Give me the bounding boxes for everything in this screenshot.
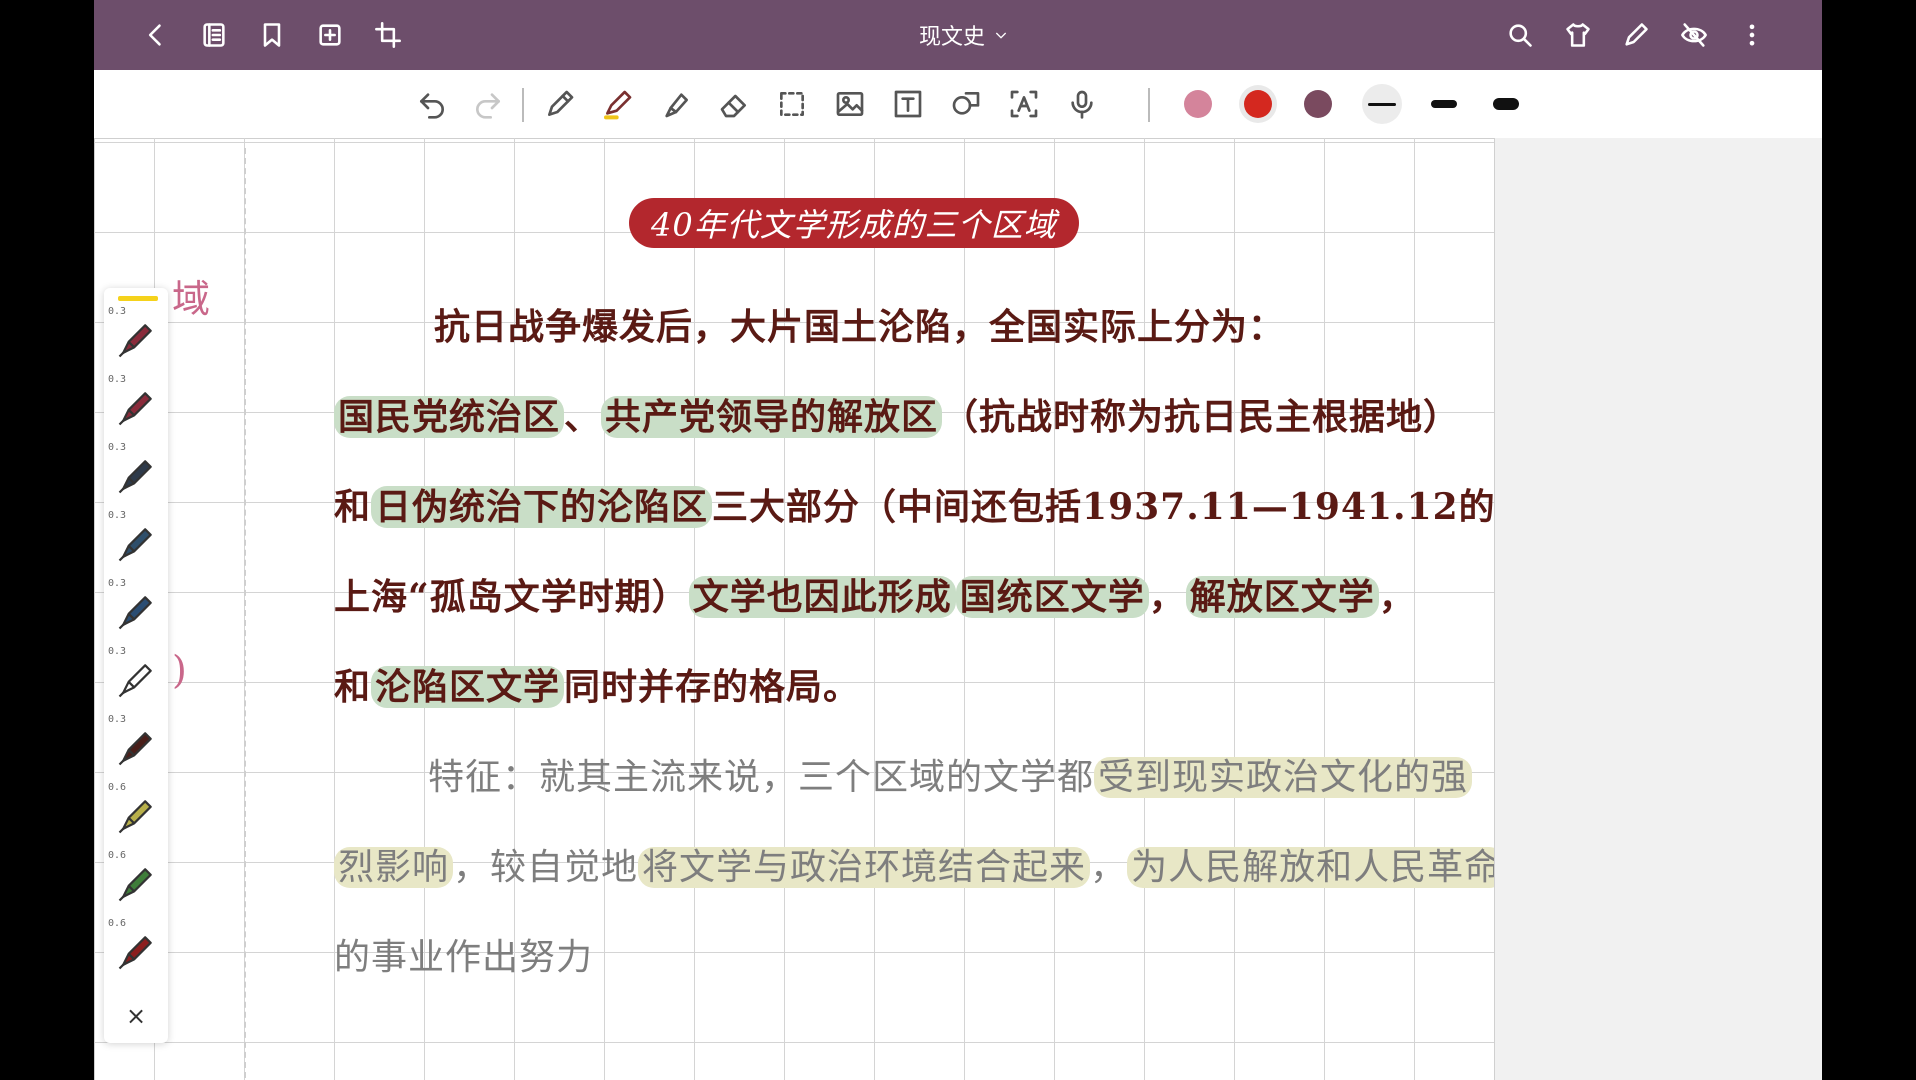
pen-size-label: 0.6 (108, 782, 127, 793)
note-canvas[interactable]: 域 ) 40年代文学形成的三个区域 抗日战争爆发后，大片国土沦陷，全国实际上分为… (94, 138, 1494, 1080)
pen-icon (118, 460, 152, 494)
add-page-icon[interactable] (310, 15, 350, 55)
document-title: 现文史 (918, 25, 985, 50)
note-line: 上海“孤岛文学时期） 文学也因此形成 国统区文学，解放区文学， (334, 576, 1416, 618)
pencil-icon[interactable] (540, 84, 580, 124)
color-swatch-mauve[interactable] (1304, 90, 1332, 118)
toolbar-divider (1148, 88, 1150, 122)
pen-preset[interactable]: 0.3 (104, 508, 168, 574)
pen-preset[interactable]: 0.3 (104, 440, 168, 506)
undo-icon[interactable] (412, 84, 452, 124)
microphone-icon[interactable] (1062, 84, 1102, 124)
stroke-width-medium[interactable] (1424, 84, 1464, 124)
color-swatch-red[interactable] (1244, 90, 1272, 118)
pen-preset[interactable]: 0.6 (104, 848, 168, 914)
palette-indicator (118, 296, 158, 301)
pen-size-label: 0.3 (108, 510, 127, 521)
note-line: 抗日战争爆发后，大片国土沦陷，全国实际上分为： (434, 306, 1286, 348)
pen-icon (118, 596, 152, 630)
note-line: 国民党统治区、共产党领导的解放区 （抗战时称为抗日民主根据地） (334, 388, 1460, 440)
lasso-select-icon[interactable] (772, 84, 812, 124)
shape-icon[interactable] (946, 84, 986, 124)
top-bar: 现文史 (94, 0, 1822, 70)
crop-icon[interactable] (368, 15, 408, 55)
chevron-down-icon (995, 32, 1007, 39)
stroke-width-thin[interactable] (1362, 84, 1402, 124)
note-app: 现文史 域) 40年代文学形成的三个区域 抗日战争爆发后，大片国土沦陷，全国实… (94, 0, 1822, 1080)
pen-size-label: 0.3 (108, 442, 127, 453)
text-box-icon[interactable] (888, 84, 928, 124)
bookmark-icon[interactable] (252, 15, 292, 55)
ocr-text-icon[interactable] (1004, 84, 1044, 124)
pen-preset[interactable]: 0.3 (104, 644, 168, 710)
tool-bar (94, 70, 1822, 139)
pen-size-label: 0.3 (108, 578, 127, 589)
pen-preset[interactable]: 0.3 (104, 372, 168, 438)
note-line: 烈影响 ，较自觉地 将文学与政治环境结合起来，为人民解放和人民革命 (334, 838, 1494, 890)
pen-preset[interactable]: 0.3 (104, 712, 168, 778)
pen-preset[interactable]: 0.6 (104, 916, 168, 982)
pen-icon (118, 800, 152, 834)
pen-icon (118, 528, 152, 562)
note-line: 特征：就其主流来说，三个区域的文学都 受到现实政治文化的强 (428, 748, 1473, 800)
note-line: 和沦陷区文学 同时并存的格局。 (334, 666, 861, 708)
image-icon[interactable] (830, 84, 870, 124)
toolbar-divider (522, 88, 524, 122)
pen-preset[interactable]: 0.3 (104, 304, 168, 370)
hide-icon[interactable] (1674, 15, 1714, 55)
more-icon[interactable] (1732, 15, 1772, 55)
pen-preset[interactable]: 0.6 (104, 780, 168, 846)
theme-shirt-icon[interactable] (1558, 15, 1598, 55)
pen-icon (118, 732, 152, 766)
pen-size-label: 0.3 (108, 714, 127, 725)
margin-fragment: 域 (172, 277, 211, 321)
note-line: 和日伪统治下的沦陷区 三大部分（中间还包括1937.11—1941.12的 (334, 486, 1494, 528)
margin-fragment: ) (172, 648, 187, 692)
pen-preset[interactable]: 0.3 (104, 576, 168, 642)
pen-icon (118, 936, 152, 970)
eraser-icon[interactable] (714, 84, 754, 124)
pen-icon[interactable] (598, 84, 638, 124)
pen-size-label: 0.3 (108, 646, 127, 657)
pen-icon (118, 392, 152, 426)
redo-icon[interactable] (468, 84, 508, 124)
pages-icon[interactable] (194, 15, 234, 55)
color-swatch-pink[interactable] (1184, 90, 1212, 118)
close-palette-button[interactable]: × (116, 998, 156, 1034)
highlighter-icon[interactable] (656, 84, 696, 124)
document-title-dropdown[interactable]: 现文史 (884, 18, 1044, 52)
search-icon[interactable] (1500, 15, 1540, 55)
back-icon[interactable] (136, 15, 176, 55)
pen-icon (118, 868, 152, 902)
pen-icon (118, 664, 152, 698)
pen-size-label: 0.6 (108, 918, 127, 929)
pen-mode-icon[interactable] (1616, 15, 1656, 55)
pen-size-label: 0.3 (108, 374, 127, 385)
pen-size-label: 0.6 (108, 850, 127, 861)
stroke-width-thick[interactable] (1486, 84, 1526, 124)
pen-size-label: 0.3 (108, 306, 127, 317)
note-line: 的事业作出努力 (334, 937, 594, 978)
side-panel-area (1494, 138, 1822, 1080)
margin-guide (244, 148, 246, 1078)
pen-palette: 0.3 0.3 0.3 0.3 0.3 0.3 0.3 0.6 0.6 0.6 × (104, 288, 168, 1043)
pen-icon (118, 324, 152, 358)
note-title-banner: 40年代文学形成的三个区域 (629, 198, 1079, 248)
